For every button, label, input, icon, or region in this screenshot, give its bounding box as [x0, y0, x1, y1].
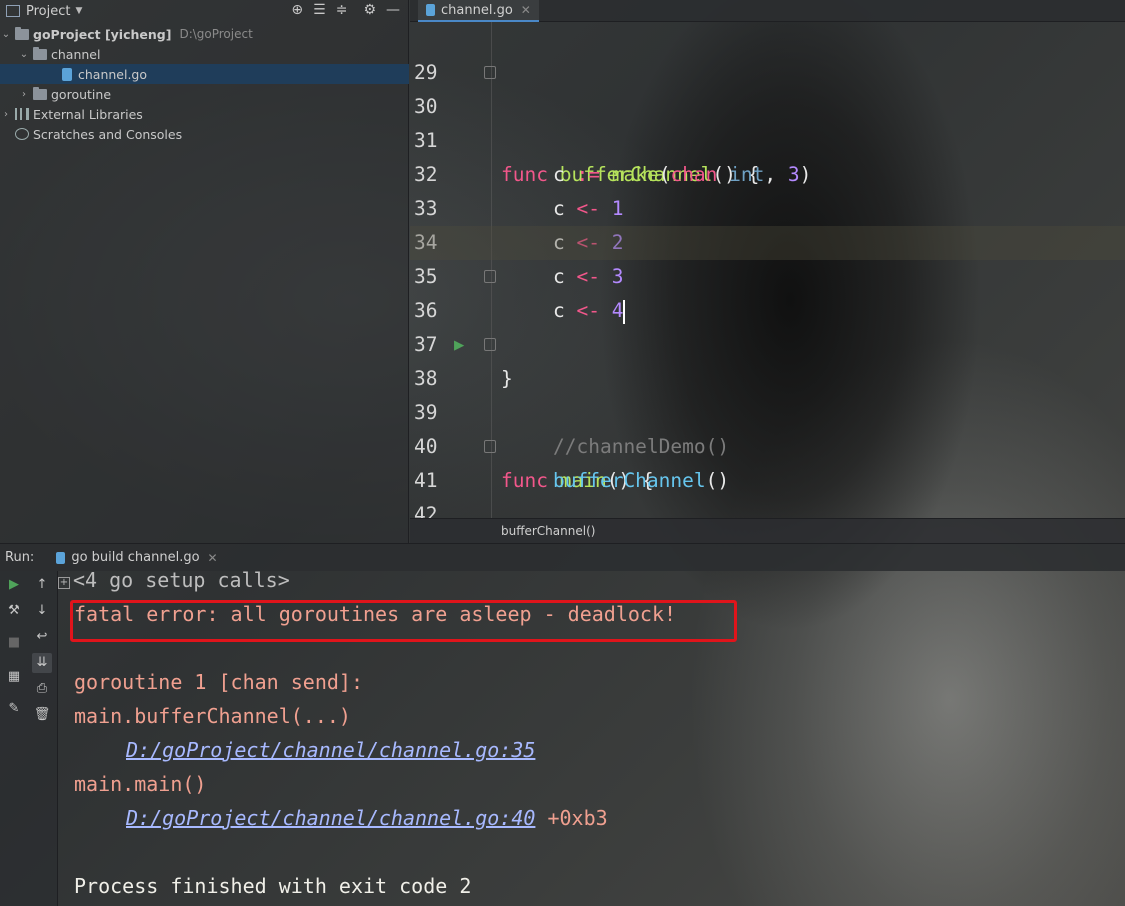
code-line: 38 ▶ func main() {: [410, 328, 1125, 492]
pin-icon[interactable]: ✎: [4, 699, 24, 719]
fold-marker-icon[interactable]: [484, 270, 496, 283]
tree-item-label: goroutine: [51, 86, 112, 102]
code-line: 39 //channelDemo(): [410, 362, 1125, 458]
soft-wrap-icon[interactable]: ↩: [32, 627, 52, 647]
goroutine-line: goroutine 1 [chan send]:: [74, 670, 363, 694]
error-highlight-box: [70, 600, 737, 642]
code-line: 40 bufferChannel(): [410, 396, 1125, 492]
tree-item-goroutine[interactable]: › goroutine: [0, 84, 409, 104]
code-editor[interactable]: 29 30 func bufferChannel() { 31 c := mak…: [410, 22, 1125, 518]
tab-go-build[interactable]: go build channel.go ✕: [52, 544, 221, 572]
project-toolbar: ⊕ ☰ ≑ ⚙ —: [291, 2, 400, 18]
code-line: 33 c <- 2: [410, 158, 1125, 254]
code-line: 42: [410, 464, 1125, 518]
offset-text: +0xb3: [547, 806, 608, 830]
scroll-to-end-icon[interactable]: ⇊: [32, 653, 52, 673]
project-window-icon: [6, 5, 20, 17]
stop-icon[interactable]: ■: [4, 633, 24, 653]
rerun-icon[interactable]: ▶: [4, 575, 24, 595]
run-tool-window-header: Run: go build channel.go ✕: [0, 543, 1125, 571]
code-line: 32 c <- 1: [410, 124, 1125, 220]
gear-icon[interactable]: ⚙: [363, 2, 376, 18]
breadcrumb[interactable]: bufferChannel(): [410, 518, 1125, 543]
go-file-icon: [62, 67, 72, 81]
chevron-down-icon[interactable]: ▼: [75, 6, 82, 16]
arrow-up-icon[interactable]: ↑: [32, 575, 52, 595]
trash-icon[interactable]: 🗑: [32, 705, 52, 725]
wrench-icon[interactable]: ⚒: [4, 601, 24, 621]
tree-item-label: goProject [yicheng]: [33, 26, 172, 42]
tree-item-channel-go[interactable]: channel.go: [0, 64, 409, 84]
code-line-current: 35 c <- 4: [410, 226, 1125, 324]
tree-item-label: channel.go: [78, 66, 148, 82]
project-tool-window: Project ▼ ⊕ ☰ ≑ ⚙ — ⌄ goProject [yicheng…: [0, 0, 409, 543]
code-line: 37: [410, 294, 1125, 356]
folder-icon: [15, 26, 29, 40]
source-link[interactable]: D:/goProject/channel/channel.go:35: [126, 733, 535, 767]
close-icon[interactable]: ✕: [521, 3, 531, 17]
hide-panel-icon[interactable]: —: [386, 2, 400, 18]
chevron-right-icon[interactable]: ›: [18, 89, 30, 100]
locate-file-icon[interactable]: ⊕: [291, 2, 303, 18]
code-line: 34 c <- 3: [410, 192, 1125, 288]
folder-icon: [33, 86, 47, 100]
tree-item-scratches[interactable]: Scratches and Consoles: [0, 124, 409, 144]
print-icon[interactable]: ⎙: [32, 679, 52, 699]
tree-item-external-libraries[interactable]: › External Libraries: [0, 104, 409, 124]
code-line: 41 }: [410, 430, 1125, 492]
fold-marker-icon[interactable]: [484, 440, 496, 453]
tree-item-goproject[interactable]: ⌄ goProject [yicheng] D:\goProject: [0, 24, 409, 44]
folder-icon: [33, 46, 47, 60]
scratches-icon: [15, 128, 29, 140]
run-toolbar: ▶ ↑ ⚒ ↓ ■ ↩ ⇊ ▦ ⎙ ✎ 🗑: [0, 571, 58, 906]
fold-marker-icon[interactable]: [484, 66, 496, 79]
tab-channel-go[interactable]: channel.go ✕: [418, 0, 539, 22]
line-number: 42: [414, 503, 438, 518]
go-file-icon: [56, 551, 66, 564]
collapse-all-icon[interactable]: ≑: [336, 2, 348, 18]
run-label: Run:: [5, 550, 35, 565]
breadcrumb-item[interactable]: bufferChannel(): [501, 524, 595, 538]
tree-item-channel[interactable]: ⌄ channel: [0, 44, 409, 64]
chevron-down-icon[interactable]: ⌄: [0, 29, 12, 40]
chevron-down-icon[interactable]: ⌄: [18, 49, 30, 60]
tree-item-label: External Libraries: [33, 106, 143, 122]
expand-all-icon[interactable]: ☰: [313, 2, 326, 18]
code-line: 36 }: [410, 260, 1125, 390]
exit-status-line: Process finished with exit code 2: [74, 874, 472, 898]
expand-icon[interactable]: +: [58, 577, 70, 589]
library-icon: [15, 108, 29, 120]
close-icon[interactable]: ✕: [208, 551, 218, 565]
chevron-right-icon[interactable]: ›: [0, 109, 12, 120]
stack-frame-line: main.bufferChannel(...): [74, 704, 351, 728]
layout-icon[interactable]: ▦: [4, 667, 24, 687]
code-line: 31 c := make(chan int, 3): [410, 90, 1125, 186]
go-file-icon: [426, 4, 435, 16]
code-line: 29: [410, 22, 1125, 84]
fold-marker-icon[interactable]: [484, 338, 496, 351]
tree-item-label: channel: [51, 46, 101, 62]
tab-label: go build channel.go: [71, 550, 200, 565]
tree-item-path: D:\goProject: [179, 27, 253, 41]
tree-item-label: Scratches and Consoles: [33, 126, 183, 142]
project-title: Project: [26, 3, 71, 19]
tab-label: channel.go: [441, 2, 513, 18]
stack-frame-line: main.main(): [74, 772, 207, 796]
source-link[interactable]: D:/goProject/channel/channel.go:40 +0xb3: [126, 801, 608, 835]
editor-tab-bar: channel.go ✕: [410, 0, 1125, 22]
run-gutter-icon[interactable]: ▶: [454, 328, 464, 362]
setup-calls-fold[interactable]: + <4 go setup calls>: [58, 571, 290, 597]
code-line: 30 func bufferChannel() {: [410, 56, 1125, 186]
arrow-down-icon[interactable]: ↓: [32, 601, 52, 621]
